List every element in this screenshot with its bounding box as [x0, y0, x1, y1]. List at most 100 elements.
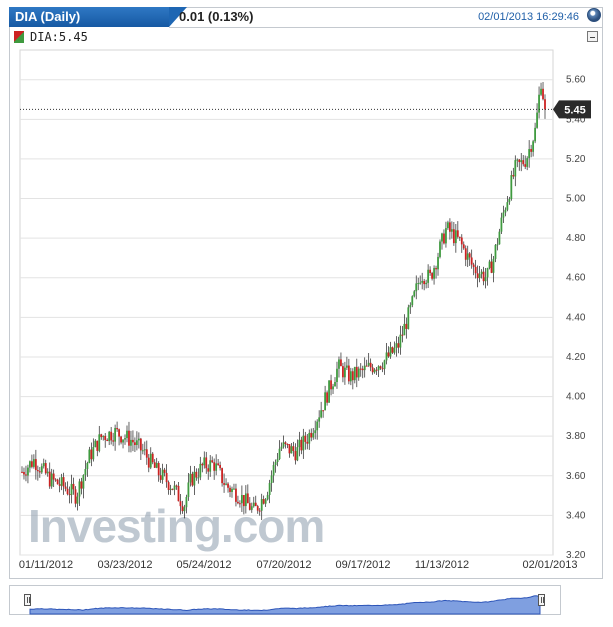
navigator-area-chart	[29, 595, 541, 615]
candle-body	[32, 459, 35, 467]
candle-body	[338, 359, 340, 369]
candle-body	[456, 230, 459, 237]
candle-body	[112, 440, 115, 442]
candle-body	[78, 481, 81, 497]
navigator-right-handle[interactable]	[538, 594, 545, 606]
candle-body	[240, 495, 243, 504]
candle-body	[462, 244, 465, 249]
candle-body	[58, 484, 61, 486]
candle-body	[316, 421, 319, 431]
y-tick-label: 5.00	[566, 194, 586, 205]
candle-body	[31, 461, 33, 467]
candle-body	[488, 261, 491, 269]
candle-body	[395, 343, 398, 348]
candle-body	[363, 365, 366, 371]
candle-body	[191, 473, 194, 486]
candle-body	[165, 472, 168, 483]
candle-body	[452, 229, 455, 244]
candle-body	[342, 366, 344, 378]
range-navigator[interactable]	[9, 585, 561, 615]
candle-body	[227, 483, 229, 488]
candle-body	[484, 277, 487, 282]
candle-body	[282, 442, 285, 447]
candle-body	[179, 501, 182, 507]
candle-body	[387, 352, 390, 357]
candle-body	[312, 433, 315, 438]
candle-body	[82, 475, 85, 489]
candle-body	[528, 149, 531, 159]
candle-body	[56, 479, 59, 485]
candle-body	[157, 463, 160, 476]
candle-body	[74, 489, 77, 504]
candle-body	[120, 436, 122, 443]
candle-body	[324, 392, 327, 411]
candle-body	[266, 495, 269, 500]
candle-body	[25, 474, 27, 476]
candle-body	[201, 463, 204, 466]
candle-body	[155, 463, 158, 468]
candle-body	[300, 439, 303, 451]
candle-body	[449, 222, 451, 232]
candle-body	[258, 510, 261, 512]
candle-body	[345, 365, 348, 368]
candle-body	[128, 430, 130, 446]
candle-body	[195, 471, 198, 478]
candle-body	[116, 427, 118, 430]
candle-body	[314, 430, 317, 434]
candle-body	[441, 233, 443, 242]
candle-body	[175, 485, 178, 487]
candle-body	[237, 501, 239, 504]
candle-body	[136, 440, 138, 446]
candle-body	[310, 432, 313, 438]
candle-body	[349, 371, 352, 382]
candle-body	[308, 432, 311, 444]
candle-body	[108, 431, 111, 442]
candle-body	[268, 482, 271, 496]
candle-body	[334, 382, 336, 387]
candle-body	[443, 233, 445, 244]
candle-body	[213, 462, 216, 471]
candle-body	[373, 369, 376, 373]
candle-body	[504, 209, 507, 213]
y-tick-label: 4.80	[566, 233, 586, 244]
candle-body	[383, 360, 386, 369]
candle-body	[215, 463, 218, 471]
y-tick-label: 3.60	[566, 471, 586, 482]
candle-body	[264, 499, 267, 504]
candle-body	[50, 473, 53, 487]
candle-body	[393, 347, 396, 353]
candle-body	[284, 442, 287, 444]
candle-body	[80, 481, 83, 489]
candle-body	[173, 485, 176, 490]
y-tick-label: 4.00	[566, 392, 586, 403]
candle-body	[498, 231, 501, 245]
candle-body	[132, 439, 134, 443]
candle-body	[482, 271, 485, 282]
candle-body	[472, 264, 475, 267]
candle-body	[149, 453, 152, 468]
plot-area	[19, 49, 554, 556]
candle-body	[439, 241, 441, 257]
navigator-left-handle[interactable]	[24, 594, 31, 606]
candle-body	[92, 447, 95, 460]
candle-body	[490, 261, 493, 273]
candle-body	[353, 366, 356, 381]
candle-body	[336, 368, 338, 383]
candle-body	[197, 477, 200, 479]
candle-body	[229, 487, 231, 492]
candle-body	[391, 347, 394, 353]
candle-body	[359, 368, 362, 370]
candle-body	[460, 237, 463, 245]
candle-body	[454, 230, 457, 244]
candle-body	[139, 438, 142, 451]
candle-body	[137, 438, 140, 441]
candle-body	[141, 450, 144, 452]
y-tick-label: 5.20	[566, 154, 586, 165]
candle-body	[302, 435, 305, 451]
candle-body	[96, 440, 99, 451]
candle-body	[492, 258, 495, 273]
candle-body	[355, 366, 358, 378]
candle-body	[76, 496, 79, 504]
candle-body	[118, 429, 120, 437]
candle-body	[361, 368, 364, 371]
